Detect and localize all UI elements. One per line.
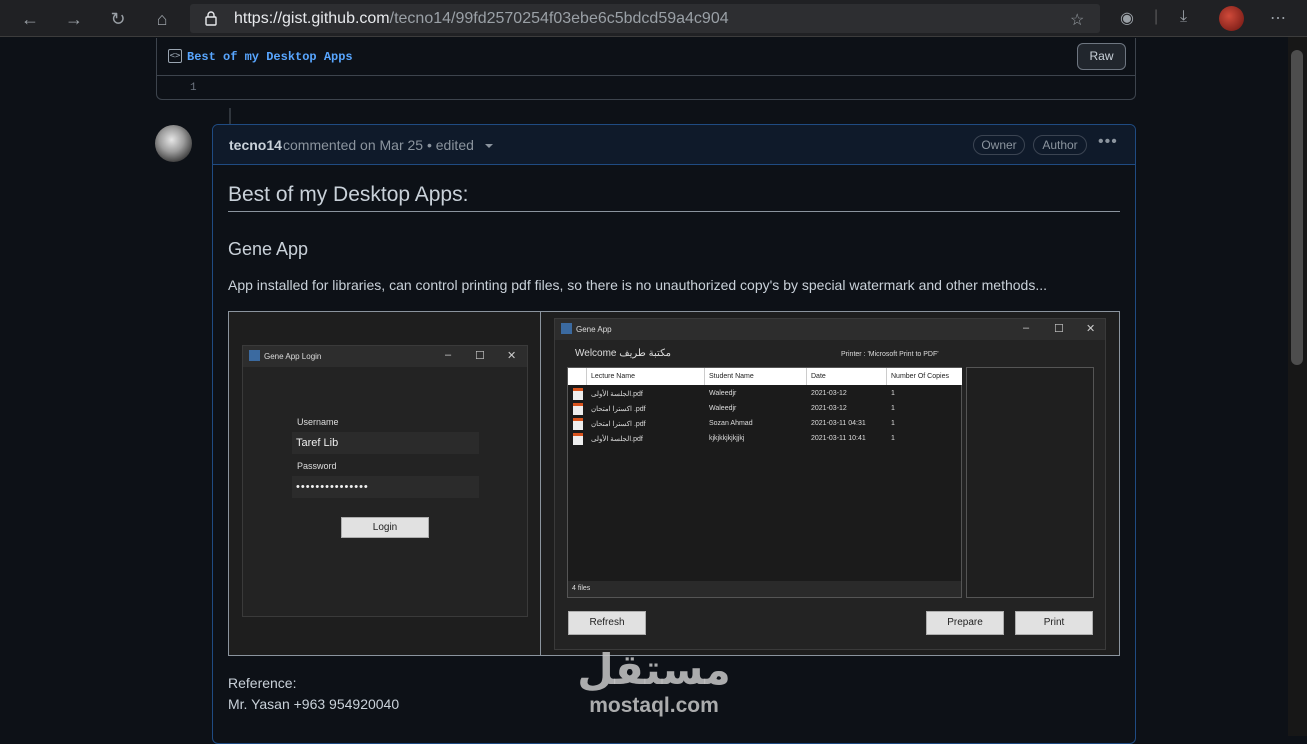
maximize-icon[interactable]: ☐ — [1054, 322, 1064, 335]
reference-label: Reference: — [228, 675, 297, 691]
comment-options-icon[interactable]: ••• — [1098, 133, 1118, 151]
password-label: Password — [297, 461, 337, 471]
main-window: Gene App – ☐ ✕ Welcome مكتبة طريف Printe… — [554, 318, 1106, 650]
menu-icon[interactable]: ⋯ — [1270, 8, 1286, 28]
status-bar: 4 files — [568, 581, 961, 597]
cell-copies: 1 — [891, 390, 895, 397]
watermark-latin: mostaql.com — [589, 694, 719, 717]
comment-heading: Best of my Desktop Apps: — [228, 183, 469, 206]
close-icon[interactable]: ✕ — [507, 349, 516, 362]
password-field[interactable]: ••••••••••••••• — [292, 476, 479, 498]
cell-lecture: الجلسة الأولى.pdf — [591, 436, 643, 443]
address-bar[interactable]: https://gist.github.com/tecno14/99fd2570… — [190, 4, 1100, 33]
table-header-checkbox — [568, 368, 587, 385]
pdf-file-icon — [573, 433, 583, 445]
column-header[interactable]: Number Of Copies — [887, 368, 962, 385]
reload-icon[interactable]: ↻ — [105, 6, 131, 32]
cell-student: Waleedjr — [709, 390, 737, 397]
line-number[interactable]: 1 — [190, 82, 197, 94]
cell-date: 2021-03-12 — [811, 390, 847, 397]
reference-value: Mr. Yasan +963 954920040 — [228, 696, 400, 712]
login-button[interactable]: Login — [341, 517, 429, 538]
app-icon — [249, 350, 260, 361]
comment-author[interactable]: tecno14 — [229, 137, 282, 153]
comment-subheading: Gene App — [228, 239, 309, 259]
back-icon[interactable]: ← — [17, 6, 43, 32]
profile-avatar[interactable] — [1219, 6, 1244, 31]
login-window: Gene App Login – ☐ ✕ Username Taref Lib … — [242, 345, 528, 617]
screenshot-divider — [540, 312, 541, 655]
cell-date: 2021-03-11 10:41 — [811, 435, 866, 442]
watermark-arabic: مستقل — [577, 645, 731, 694]
author-badge: Author — [1033, 135, 1087, 155]
maximize-icon[interactable]: ☐ — [475, 349, 485, 362]
heading-rule — [228, 211, 1120, 212]
column-header[interactable]: Student Name — [705, 368, 807, 385]
username-field[interactable]: Taref Lib — [292, 432, 479, 454]
cell-student: kjkjkkjkjkjjkj — [709, 435, 745, 442]
extension-icon[interactable]: ◉ — [1120, 8, 1134, 28]
welcome-text: Welcome مكتبة طريف — [575, 348, 671, 359]
comment-header: tecno14 commented on Mar 25 • edited Own… — [213, 125, 1135, 165]
favorite-icon[interactable]: ☆ — [1070, 10, 1084, 30]
url-text: https://gist.github.com/tecno14/99fd2570… — [234, 10, 729, 28]
raw-button[interactable]: Raw — [1077, 43, 1126, 70]
column-header[interactable]: Lecture Name — [587, 368, 705, 385]
file-name-link[interactable]: Best of my Desktop Apps — [187, 50, 353, 64]
cell-copies: 1 — [891, 420, 895, 427]
app-icon — [561, 323, 572, 334]
app-screenshot: Gene App Login – ☐ ✕ Username Taref Lib … — [228, 311, 1120, 656]
comment-description: App installed for libraries, can control… — [228, 277, 1047, 293]
main-titlebar: Gene App – ☐ ✕ — [555, 319, 1105, 340]
cell-student: Sozan Ahmad — [709, 420, 753, 427]
code-file-icon: <> — [168, 49, 182, 63]
owner-badge: Owner — [973, 135, 1025, 155]
pdf-file-icon — [573, 388, 583, 400]
forward-icon[interactable]: → — [61, 6, 87, 32]
close-icon[interactable]: ✕ — [1086, 322, 1095, 335]
pdf-file-icon — [573, 418, 583, 430]
url-path: /tecno14/99fd2570254f03ebe6c5bdcd59a4c90… — [389, 10, 729, 27]
browser-toolbar: ← → ↻ ⌂ https://gist.github.com/tecno14/… — [0, 0, 1307, 37]
edited-dropdown-icon[interactable] — [485, 144, 493, 148]
cell-lecture: الجلسة الأولى.pdf — [591, 391, 643, 398]
pdf-file-icon — [573, 403, 583, 415]
gist-file: <> Best of my Desktop Apps Raw 1 — [156, 38, 1136, 100]
status-text: 4 files — [572, 585, 591, 592]
minimize-icon[interactable]: – — [445, 349, 451, 361]
author-avatar[interactable] — [155, 125, 192, 162]
comment-meta[interactable]: commented on Mar 25 • edited — [283, 137, 474, 153]
cell-student: Waleedjr — [709, 405, 737, 412]
column-header[interactable]: Date — [807, 368, 887, 385]
printer-text: Printer : 'Microsoft Print to PDF' — [841, 351, 939, 358]
preview-panel — [966, 367, 1094, 598]
cell-date: 2021-03-12 — [811, 405, 847, 412]
login-window-title: Gene App Login — [264, 352, 322, 361]
cell-lecture: اكسترا امتحان .pdf — [591, 421, 646, 428]
url-host: https://gist.github.com — [234, 10, 390, 27]
refresh-button[interactable]: Refresh — [568, 611, 646, 635]
lock-icon — [205, 11, 217, 26]
login-titlebar: Gene App Login – ☐ ✕ — [243, 346, 527, 367]
file-header: <> Best of my Desktop Apps Raw — [157, 38, 1135, 76]
minimize-icon[interactable]: – — [1023, 322, 1029, 334]
toolbar-divider: | — [1154, 8, 1159, 25]
scrollbar-thumb[interactable] — [1291, 50, 1303, 365]
print-button[interactable]: Print — [1015, 611, 1093, 635]
cell-date: 2021-03-11 04:31 — [811, 420, 866, 427]
cell-copies: 1 — [891, 435, 895, 442]
files-table[interactable]: Lecture Name Student Name Date Number Of… — [567, 367, 962, 598]
main-window-title: Gene App — [576, 325, 612, 334]
watermark-logo: مستقل mostaql.com — [574, 645, 734, 723]
cell-copies: 1 — [891, 405, 895, 412]
download-icon[interactable]: ⤓ — [1180, 8, 1187, 26]
home-icon[interactable]: ⌂ — [149, 6, 175, 32]
prepare-button[interactable]: Prepare — [926, 611, 1004, 635]
cell-lecture: اكسترا امتحان .pdf — [591, 406, 646, 413]
username-label: Username — [297, 417, 339, 427]
